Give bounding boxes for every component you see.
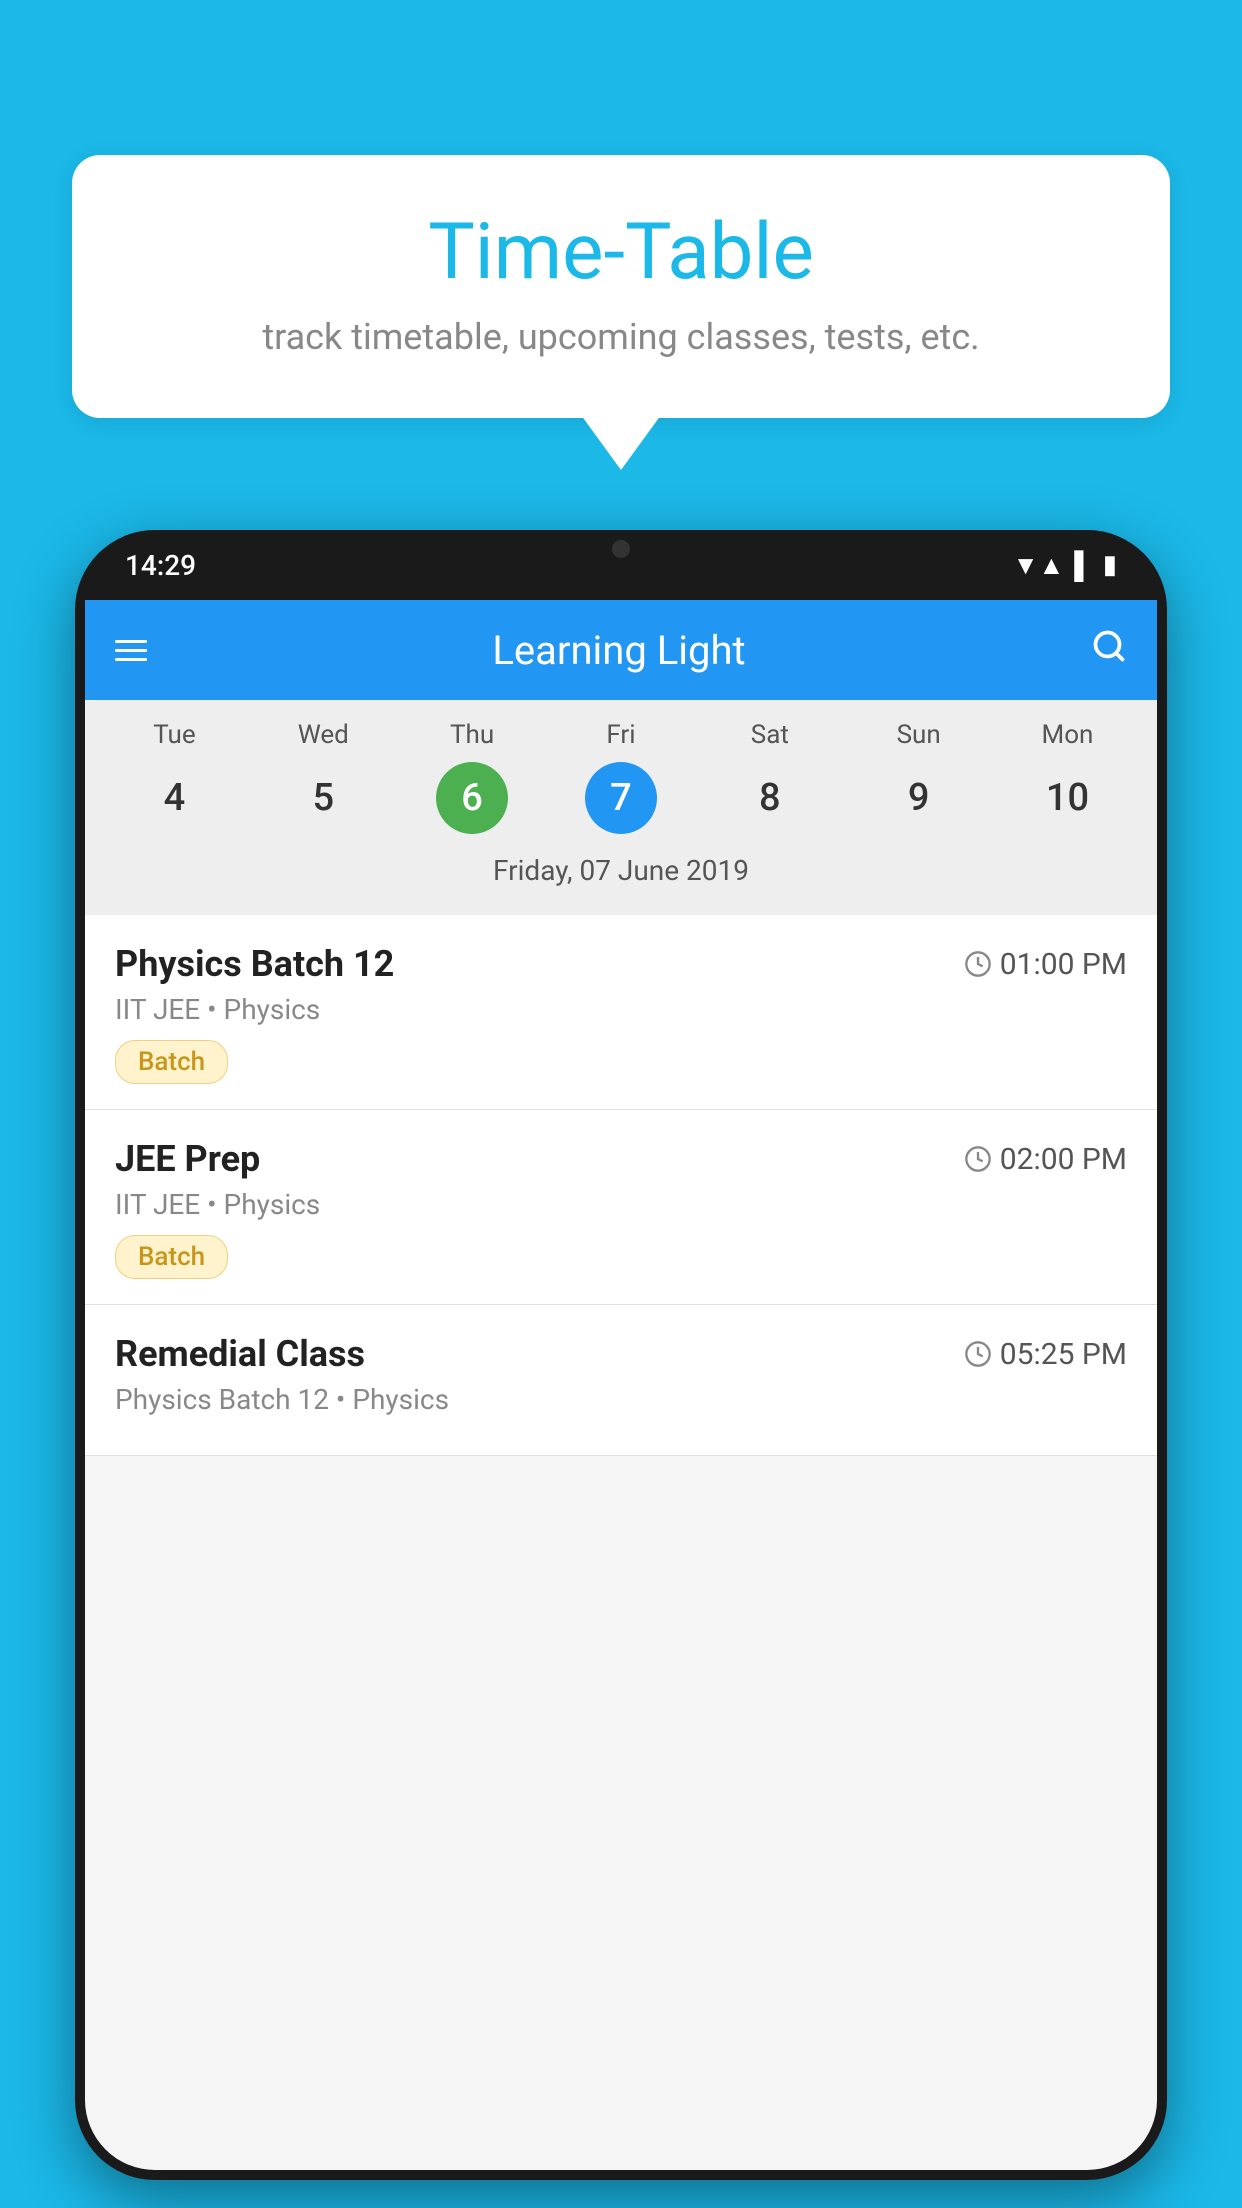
schedule-list: Physics Batch 12 01:00 PM IIT JEE • Physic… (85, 915, 1157, 1456)
selected-date-label: Friday, 07 June 2019 (85, 844, 1157, 905)
hamburger-menu-button[interactable] (115, 640, 147, 661)
days-row: Tue 4 Wed 5 Thu 6 Fri 7 Sat 8 Sun 9 Mon 10 (85, 720, 1157, 834)
status-bar: 14:29 ▼▲ ▌ ▮ (75, 530, 1167, 600)
day-number: 7 (585, 762, 657, 834)
day-name: Tue (153, 720, 195, 750)
day-number: 9 (883, 762, 955, 834)
calendar-day[interactable]: Sun 9 (859, 720, 979, 834)
schedule-item-time: 05:25 PM (964, 1337, 1127, 1372)
day-number: 5 (287, 762, 359, 834)
schedule-item-title: Remedial Class (115, 1333, 365, 1375)
schedule-item-title: JEE Prep (115, 1138, 260, 1180)
camera (612, 540, 630, 558)
status-time: 14:29 (125, 549, 196, 582)
speech-bubble: Time-Table track timetable, upcoming cla… (72, 155, 1170, 418)
day-name: Sat (751, 720, 789, 750)
schedule-item-subtitle: Physics Batch 12 • Physics (115, 1383, 1127, 1416)
schedule-item[interactable]: Remedial Class 05:25 PM Physics Batch 12 •… (85, 1305, 1157, 1456)
calendar-day[interactable]: Thu 6 (412, 720, 532, 834)
schedule-item-time: 02:00 PM (964, 1142, 1127, 1177)
notch (581, 530, 661, 565)
bubble-subtitle: track timetable, upcoming classes, tests… (112, 316, 1130, 358)
calendar-day[interactable]: Mon 10 (1007, 720, 1127, 834)
clock-icon (964, 1145, 992, 1173)
calendar-day[interactable]: Fri 7 (561, 720, 681, 834)
schedule-item-subtitle: IIT JEE • Physics (115, 993, 1127, 1026)
day-name: Fri (606, 720, 635, 750)
clock-icon (964, 1340, 992, 1368)
day-name: Mon (1042, 720, 1094, 750)
day-number: 10 (1031, 762, 1103, 834)
schedule-item-title: Physics Batch 12 (115, 943, 394, 985)
calendar-day[interactable]: Tue 4 (114, 720, 234, 834)
calendar-strip: Tue 4 Wed 5 Thu 6 Fri 7 Sat 8 Sun 9 Mon 10 Friday, 07… (85, 700, 1157, 915)
day-name: Wed (298, 720, 349, 750)
batch-badge: Batch (115, 1040, 228, 1084)
status-icons: ▼▲ ▌ ▮ (1013, 550, 1117, 581)
calendar-day[interactable]: Wed 5 (263, 720, 383, 834)
batch-badge: Batch (115, 1235, 228, 1279)
day-name: Thu (450, 720, 494, 750)
calendar-day[interactable]: Sat 8 (710, 720, 830, 834)
schedule-item[interactable]: JEE Prep 02:00 PM IIT JEE • Physics Batch (85, 1110, 1157, 1305)
hamburger-line (115, 649, 147, 652)
day-number: 8 (734, 762, 806, 834)
bubble-title: Time-Table (112, 210, 1130, 296)
clock-icon (964, 950, 992, 978)
hamburger-line (115, 640, 147, 643)
app-title: Learning Light (177, 627, 1061, 674)
app-header: Learning Light (85, 600, 1157, 700)
schedule-item-subtitle: IIT JEE • Physics (115, 1188, 1127, 1221)
day-number: 4 (138, 762, 210, 834)
signal-icon: ▌ (1074, 550, 1092, 581)
phone-frame: 14:29 ▼▲ ▌ ▮ Learning Light (75, 530, 1167, 2180)
schedule-item[interactable]: Physics Batch 12 01:00 PM IIT JEE • Physic… (85, 915, 1157, 1110)
battery-icon: ▮ (1103, 550, 1117, 580)
hamburger-line (115, 658, 147, 661)
day-number: 6 (436, 762, 508, 834)
day-name: Sun (897, 720, 941, 750)
schedule-item-time: 01:00 PM (964, 947, 1127, 982)
phone-screen: Learning Light Tue4Wed5Thu6Fri7Sat8Sun9M… (85, 600, 1157, 2170)
search-button[interactable] (1091, 628, 1127, 673)
wifi-icon: ▼▲ (1013, 550, 1064, 581)
